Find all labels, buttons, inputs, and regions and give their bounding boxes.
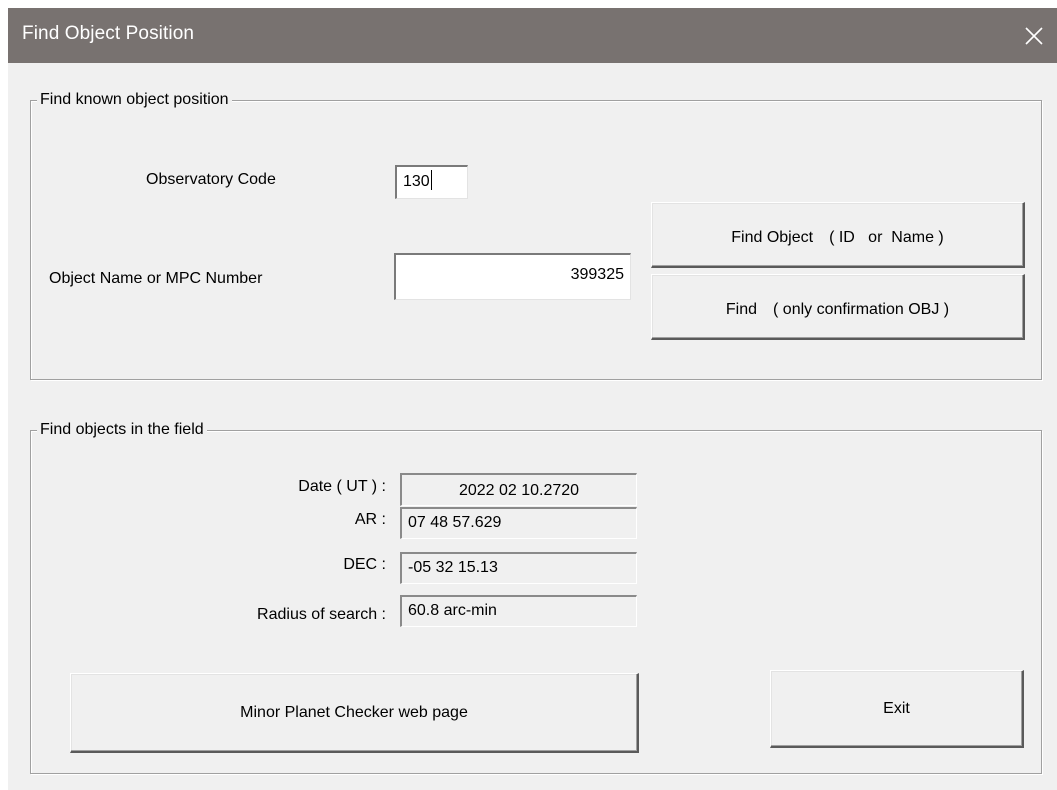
radius-of-search-label: Radius of search :: [257, 606, 386, 623]
exit-button[interactable]: Exit: [770, 670, 1024, 748]
observatory-code-input[interactable]: 130: [395, 165, 468, 199]
date-ut-value: 2022 02 10.2720: [400, 473, 637, 506]
text-caret: [430, 170, 432, 191]
ar-label: AR :: [354, 511, 386, 528]
find-objects-in-field-legend: Find objects in the field: [37, 420, 207, 440]
title-bar[interactable]: Find Object Position: [8, 8, 1057, 63]
minor-planet-checker-button[interactable]: Minor Planet Checker web page: [70, 673, 639, 753]
find-confirmation-button[interactable]: Find ( only confirmation OBJ ): [651, 274, 1025, 340]
find-object-button[interactable]: Find Object ( ID or Name ): [651, 202, 1025, 268]
observatory-code-label: Observatory Code: [146, 171, 276, 188]
date-ut-label: Date ( UT ) :: [298, 478, 386, 495]
dec-label: DEC :: [343, 556, 386, 573]
find-object-position-dialog: Find Object Position Find known object p…: [8, 8, 1057, 790]
object-name-input[interactable]: 399325: [394, 253, 631, 300]
observatory-code-value: 130: [403, 173, 430, 190]
ar-value: 07 48 57.629: [400, 507, 637, 539]
radius-of-search-value: 60.8 arc-min: [400, 595, 637, 627]
find-known-object-legend: Find known object position: [37, 90, 232, 110]
object-name-label: Object Name or MPC Number: [49, 270, 263, 287]
dec-value: -05 32 15.13: [400, 552, 637, 584]
close-icon: [1025, 26, 1043, 45]
window-title: Find Object Position: [22, 23, 195, 44]
close-button[interactable]: [1011, 8, 1057, 63]
